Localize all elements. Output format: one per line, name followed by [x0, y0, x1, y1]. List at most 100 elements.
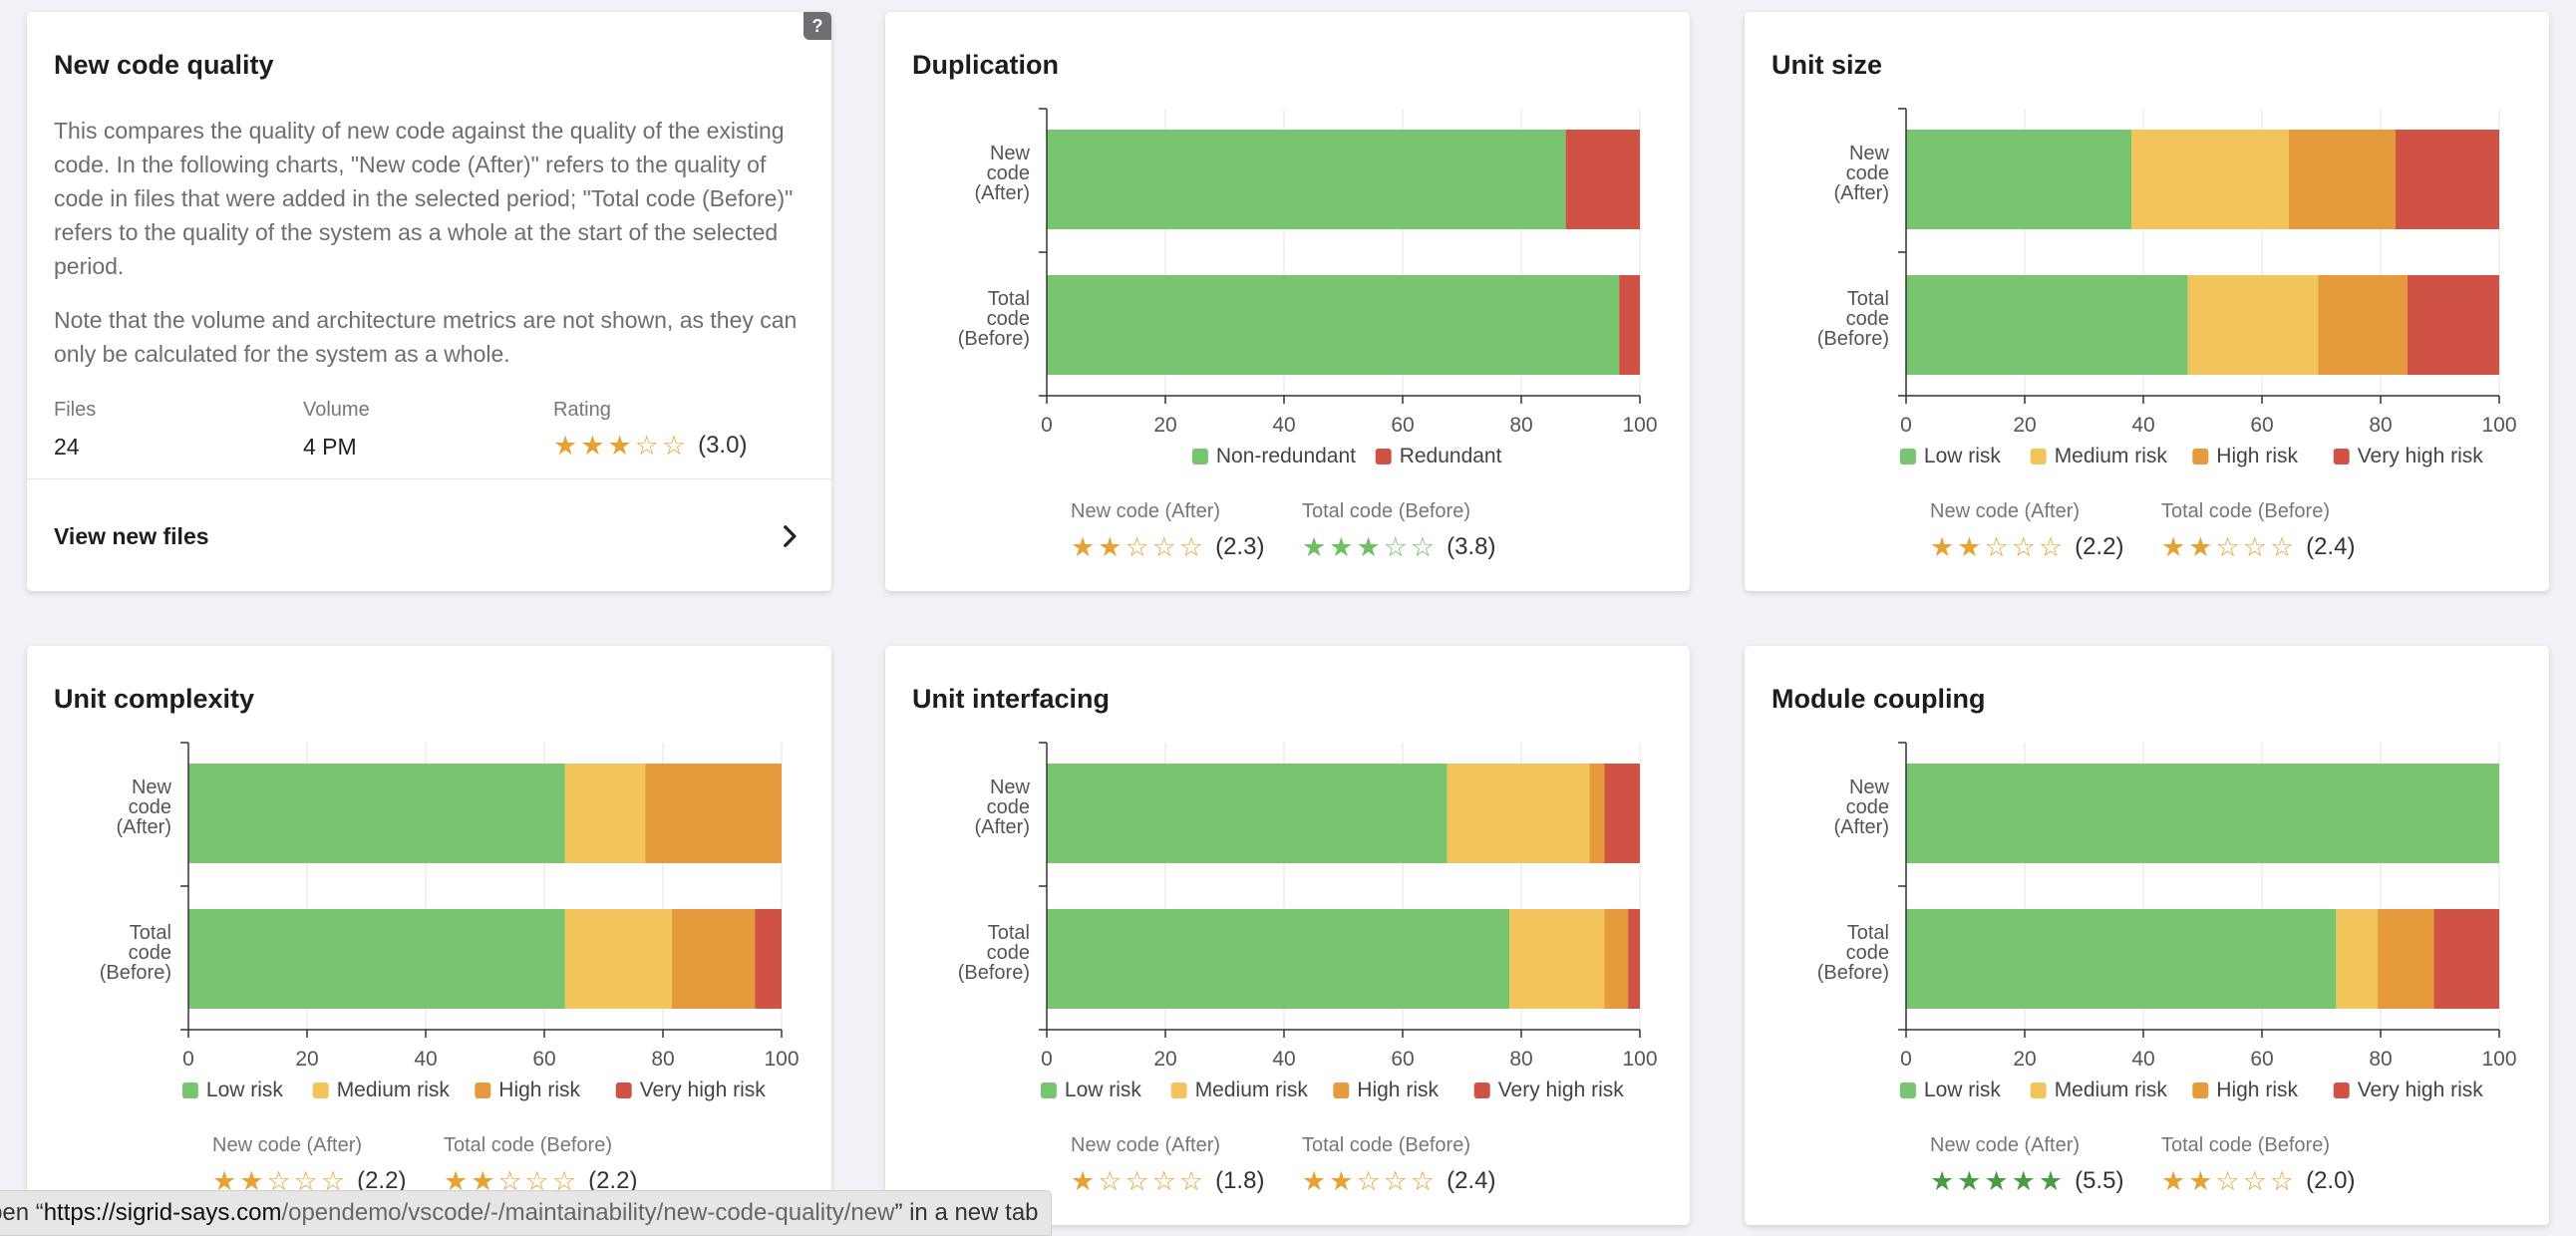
volume-value: 4 PM — [303, 434, 357, 460]
x-tick-label: 60 — [1391, 1048, 1414, 1071]
star-filled-icon: ★ — [1984, 1165, 2009, 1196]
star-empty-icon: ☆ — [2269, 1165, 2295, 1196]
stacked-bar-chart: New code (After) Total code (Before) 0 20 40 60 80… — [958, 108, 1658, 467]
rating-value: (3.8) — [1447, 533, 1496, 560]
x-tick-label: 20 — [2013, 1048, 2036, 1071]
bar-segment — [2187, 275, 2319, 375]
help-icon[interactable]: ? — [804, 12, 831, 40]
rating-row: ★ ★ ☆ ☆ ☆ (2.2) — [1930, 533, 2123, 561]
star-filled-icon: ★ — [1071, 1165, 1096, 1196]
rating-new: New code (After) ★ ★ ☆ ☆ ☆ (2.3) — [1071, 500, 1264, 561]
x-tick-label: 40 — [2131, 1048, 2154, 1071]
rating-stars: ★ ★ ☆ ☆ ☆ — [2161, 1165, 2295, 1196]
status-host: https://sigrid-says.com — [43, 1199, 282, 1226]
bar-segment — [2336, 909, 2379, 1009]
rating-new: New code (After) ★ ★ ★ ★ ★ (5.5) — [1930, 1134, 2123, 1195]
star-filled-icon: ★ — [2161, 1165, 2186, 1196]
bar-segment — [2131, 130, 2289, 229]
x-tick-label: 0 — [1041, 414, 1053, 437]
x-tick-label: 80 — [651, 1048, 674, 1071]
legend-label: Medium risk — [2055, 445, 2168, 467]
bar-segment — [1565, 130, 1640, 229]
star-filled-icon: ★ — [2161, 531, 2186, 562]
legend-label: Very high risk — [2358, 445, 2484, 467]
bar-segment — [564, 909, 672, 1009]
category-label: New code (After) — [974, 143, 1030, 204]
star-filled-icon: ★ — [607, 430, 632, 461]
star-filled-icon: ★ — [1957, 1165, 1982, 1196]
bar-segment — [2407, 275, 2499, 375]
volume-stat: Volume 4 PM — [303, 399, 370, 461]
rating-row: ★ ★ ★ ★ ★ (5.5) — [1930, 1167, 2123, 1195]
rating-value: (1.8) — [1215, 1167, 1265, 1194]
bar-segment — [671, 909, 756, 1009]
star-empty-icon: ☆ — [2242, 531, 2267, 562]
star-filled-icon: ★ — [1930, 1165, 1955, 1196]
star-empty-icon: ☆ — [1383, 531, 1408, 562]
stacked-bar-chart: New code (After) Total code (Before) 0 20 40 60 80… — [1817, 108, 2517, 467]
x-tick-label: 60 — [1391, 414, 1414, 437]
star-filled-icon: ★ — [2188, 531, 2213, 562]
legend-swatch — [2333, 1082, 2350, 1098]
star-empty-icon: ☆ — [1410, 531, 1436, 562]
rating-value: (2.4) — [2306, 533, 2356, 560]
star-empty-icon: ☆ — [1984, 531, 2009, 562]
bar-segment — [755, 909, 782, 1009]
rating-new-label: New code (After) — [1071, 1134, 1221, 1156]
bar-segment — [2433, 909, 2499, 1009]
legend-swatch — [1170, 1082, 1187, 1098]
rating-total: Total code (Before) ★ ★ ☆ ☆ ☆ (2.4) — [1302, 1134, 1495, 1195]
bar-segment — [1619, 275, 1640, 375]
star-empty-icon: ☆ — [2215, 1165, 2240, 1196]
x-tick-label: 0 — [1041, 1048, 1053, 1071]
bar-segment — [564, 764, 646, 863]
bar-segment — [2378, 909, 2434, 1009]
stacked-bar-chart: New code (After) Total code (Before) 0 20 40 60 80… — [100, 742, 800, 1101]
rating-new-label: New code (After) — [1071, 500, 1221, 522]
star-filled-icon: ★ — [2011, 1165, 2036, 1196]
rating-row: ★ ★ ☆ ☆ ☆ (2.0) — [2161, 1167, 2355, 1195]
files-label: Files — [54, 399, 97, 421]
star-empty-icon: ☆ — [2242, 1165, 2267, 1196]
star-filled-icon: ★ — [1071, 531, 1096, 562]
star-filled-icon: ★ — [580, 430, 605, 461]
rating-total: Total code (Before) ★ ★ ☆ ☆ ☆ (2.2) — [444, 1134, 637, 1195]
legend-label: Medium risk — [2055, 1079, 2168, 1101]
rating-total-label: Total code (Before) — [1302, 1134, 1470, 1156]
view-new-files-link[interactable]: View new files — [54, 506, 805, 566]
x-tick-label: 20 — [1153, 1048, 1176, 1071]
x-tick-label: 20 — [295, 1048, 318, 1071]
status-path: /opendemo/vscode/-/maintainability/new-c… — [281, 1199, 895, 1226]
legend-swatch — [1473, 1082, 1490, 1098]
legend-label: High risk — [498, 1079, 580, 1101]
bar-segment — [1906, 764, 2499, 863]
star-empty-icon: ☆ — [1098, 1165, 1123, 1196]
category-label: Total code (Before) — [1817, 288, 1889, 350]
x-tick-label: 100 — [1622, 414, 1657, 437]
files-value: 24 — [54, 434, 80, 460]
legend-swatch — [475, 1082, 491, 1098]
legend-swatch — [181, 1082, 198, 1098]
legend-swatch — [1191, 449, 1208, 464]
rating-total-label: Total code (Before) — [2161, 1134, 2330, 1156]
x-tick-label: 40 — [1272, 1048, 1295, 1071]
divider — [27, 478, 831, 479]
legend-swatch — [2192, 1082, 2209, 1098]
star-empty-icon: ☆ — [1410, 1165, 1436, 1196]
link-status-bar: pen “ https://sigrid-says.com /opendemo/… — [0, 1190, 1052, 1236]
rating-stars: ★ ★ ★ ☆ ☆ — [553, 430, 686, 461]
legend-label: Very high risk — [2358, 1079, 2484, 1101]
rating-row: ★ ★ ☆ ☆ ☆ (2.3) — [1071, 533, 1264, 561]
category-label: New code (After) — [116, 776, 171, 838]
legend-swatch — [1899, 1082, 1916, 1098]
x-tick-label: 40 — [1272, 414, 1295, 437]
x-tick-label: 100 — [2481, 414, 2516, 437]
x-tick-label: 100 — [2481, 1048, 2516, 1071]
legend-swatch — [312, 1082, 329, 1098]
bar-segment — [1604, 909, 1629, 1009]
rating-stars: ★ ☆ ☆ ☆ ☆ — [1071, 1165, 1203, 1196]
legend-label: High risk — [2216, 1079, 2298, 1101]
rating-new-label: New code (After) — [1930, 500, 2081, 522]
x-tick-label: 40 — [414, 1048, 437, 1071]
unit-interfacing-card: Unit interfacing New code (After) Total code(… — [885, 646, 1690, 1225]
